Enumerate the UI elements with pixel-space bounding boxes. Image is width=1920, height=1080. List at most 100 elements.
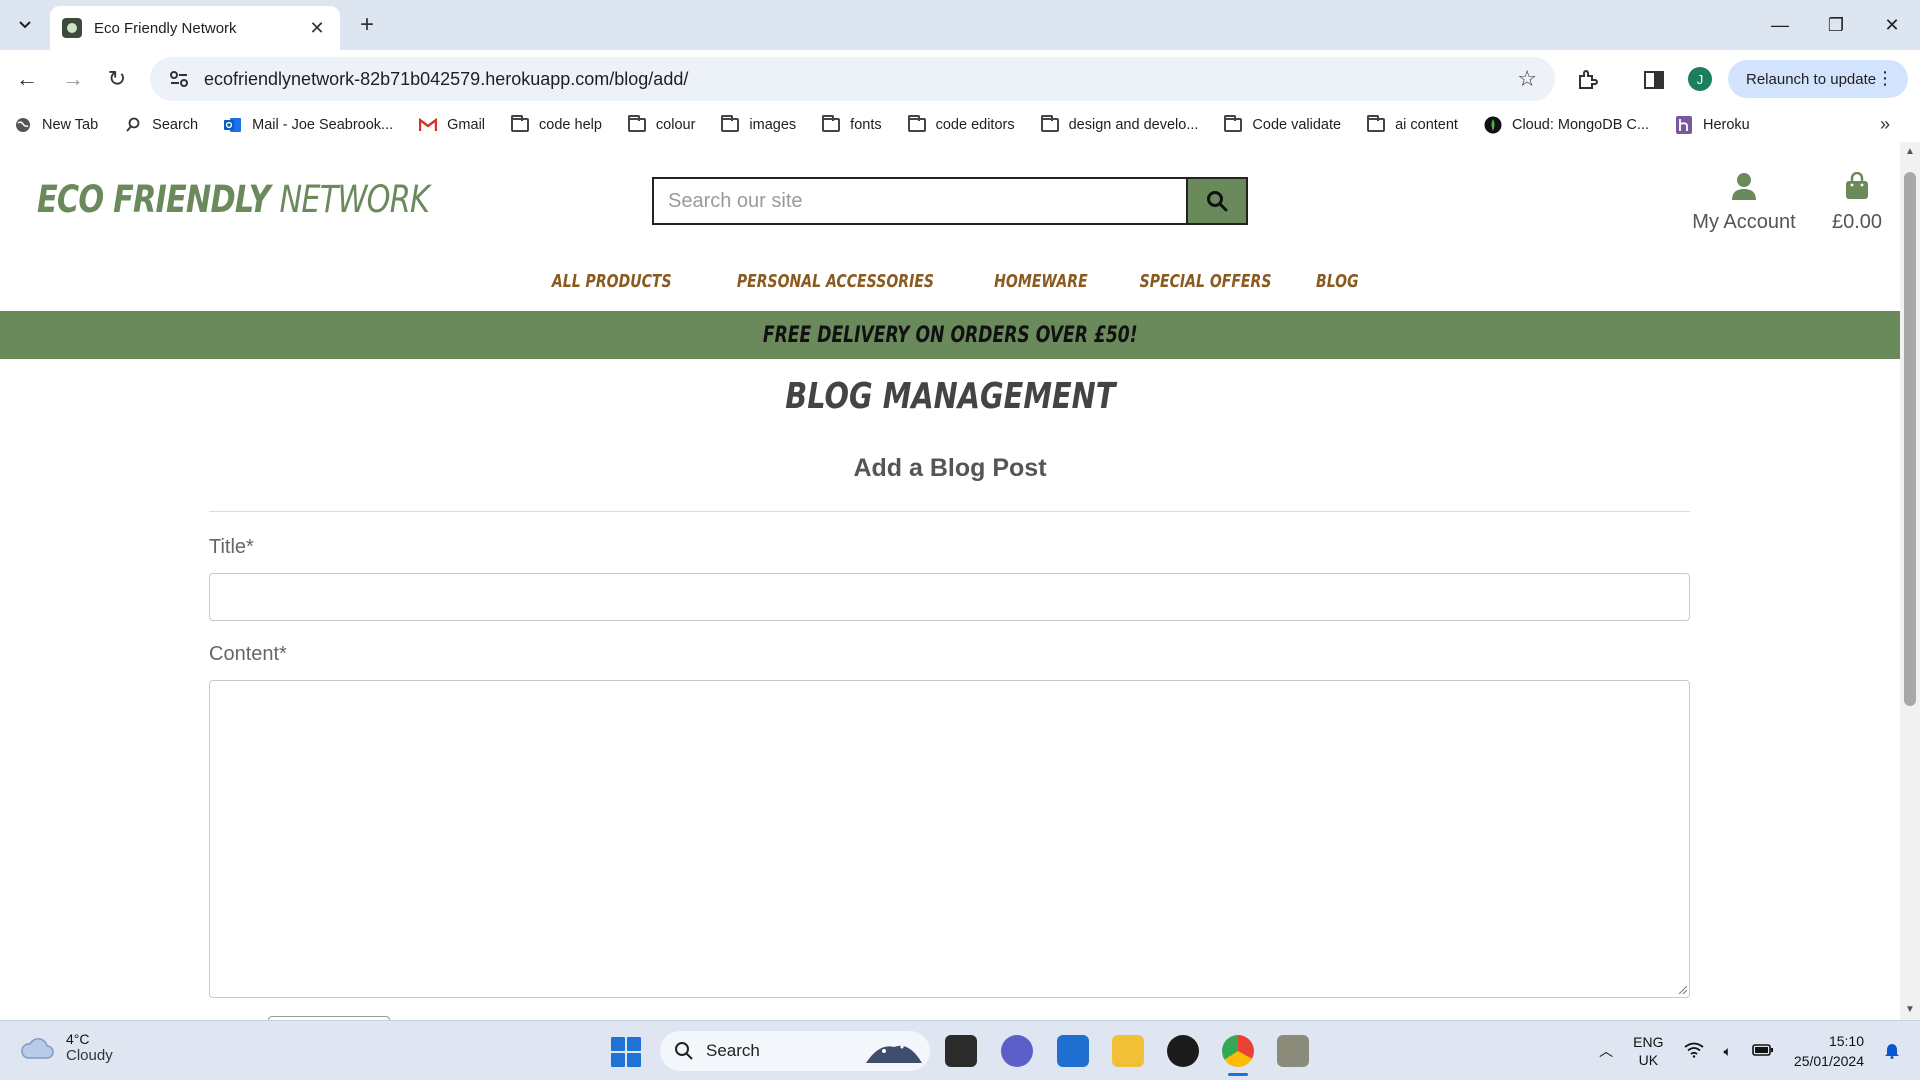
nav-special-offers[interactable]: SPECIAL OFFERS — [1140, 262, 1272, 302]
scroll-up-icon[interactable]: ▲ — [1904, 146, 1916, 158]
gimp-icon[interactable] — [1277, 1035, 1309, 1067]
bookmark-item[interactable]: Cloud: MongoDB C... — [1484, 116, 1649, 134]
logo-text-secondary: NETWORK — [279, 178, 430, 221]
shopping-bag-icon — [1846, 171, 1868, 199]
folder-icon — [907, 115, 926, 133]
close-window-icon[interactable]: ✕ — [1864, 0, 1920, 50]
bookmark-item[interactable]: Mail - Joe Seabrook... — [224, 117, 393, 133]
shopping-bag-link[interactable]: £0.00 — [1826, 171, 1888, 234]
dell-icon[interactable] — [1167, 1035, 1199, 1067]
bookmarks-bar: New Tab Search Mail - Joe Seabrook... Gm… — [0, 108, 1920, 142]
folder-icon — [1040, 115, 1059, 133]
active-app-indicator — [1228, 1073, 1248, 1076]
close-tab-icon[interactable]: ✕ — [306, 18, 328, 39]
folder-icon — [1224, 115, 1243, 133]
clock-date: 25/01/2024 — [1793, 1053, 1864, 1069]
page-scrollbar[interactable]: ▲ ▼ — [1900, 142, 1920, 1020]
weather-widget[interactable]: 4°C Cloudy — [20, 1031, 113, 1064]
folder-icon — [1367, 115, 1386, 133]
scrollbar-thumb[interactable] — [1904, 172, 1916, 706]
site-search-input[interactable] — [652, 177, 1186, 225]
profile-avatar[interactable]: J — [1688, 67, 1712, 91]
store-icon[interactable] — [1057, 1035, 1089, 1067]
address-bar[interactable]: ecofriendlynetwork-82b71b042579.herokuap… — [150, 57, 1555, 101]
page-viewport: ECO FRIENDLY NETWORK My Account £0.00 AL… — [0, 142, 1900, 1020]
bag-total: £0.00 — [1831, 211, 1883, 233]
taskbar-search-label: Search — [706, 1041, 760, 1060]
site-info-icon[interactable] — [168, 68, 190, 90]
chevron-down-icon — [19, 21, 31, 29]
taskbar-clock[interactable]: 15:10 25/01/2024 — [1794, 1031, 1864, 1071]
page-title-text: BLOG MANAGEMENT — [784, 376, 1116, 417]
gmail-icon — [419, 117, 438, 133]
bookmark-item[interactable]: colour — [627, 115, 695, 133]
bookmark-item[interactable]: Code validate — [1224, 115, 1341, 133]
nav-personal-accessories[interactable]: PERSONAL ACCESSORIES — [736, 262, 933, 302]
resize-grip-icon[interactable] — [1677, 984, 1687, 994]
bookmark-item[interactable]: New Tab — [14, 117, 98, 133]
bookmark-item[interactable]: code help — [511, 115, 602, 133]
site-search-form — [652, 177, 1248, 225]
chrome-icon[interactable] — [1222, 1035, 1254, 1067]
bookmark-item[interactable]: code editors — [907, 115, 1015, 133]
globe-icon — [14, 117, 32, 133]
nav-blog[interactable]: BLOG — [1316, 262, 1359, 302]
battery-icon[interactable] — [1752, 1043, 1774, 1060]
tab-eco-friendly-network[interactable]: Eco Friendly Network ✕ — [50, 6, 340, 50]
my-account-link[interactable]: My Account — [1688, 172, 1800, 234]
bookmark-item[interactable]: fonts — [822, 115, 882, 133]
delivery-banner-text: FREE DELIVERY ON ORDERS OVER £50! — [762, 322, 1138, 348]
back-icon[interactable]: ← — [10, 62, 44, 96]
mongodb-icon — [1484, 116, 1502, 134]
search-highlight-icon — [866, 1045, 922, 1063]
new-tab-button[interactable]: + — [352, 10, 382, 40]
taskbar-search[interactable]: Search — [660, 1031, 930, 1071]
extensions-icon[interactable] — [1573, 66, 1601, 94]
title-field[interactable] — [209, 573, 1690, 621]
bookmark-item[interactable]: images — [721, 115, 796, 133]
bookmark-item[interactable]: Search — [124, 117, 198, 133]
delivery-banner: FREE DELIVERY ON ORDERS OVER £50! — [0, 311, 1900, 359]
scroll-down-icon[interactable]: ▼ — [1904, 1004, 1916, 1016]
minimize-icon[interactable]: — — [1752, 0, 1808, 50]
chevron-up-icon[interactable]: ︿ — [1599, 1041, 1613, 1061]
content-field[interactable] — [209, 680, 1690, 998]
reload-icon[interactable]: ↻ — [100, 62, 134, 96]
side-panel-icon[interactable] — [1640, 66, 1668, 94]
title-field-label: Title* — [209, 536, 254, 558]
logo-text-primary: ECO FRIENDLY — [37, 178, 280, 221]
wifi-icon[interactable] — [1683, 1042, 1704, 1061]
system-tray: ︿ ENG UK 🔈︎ 15:10 25/01/2024 — [1599, 1031, 1900, 1071]
tab-search-button[interactable] — [8, 10, 42, 40]
language-region: UK — [1638, 1052, 1659, 1068]
restore-icon[interactable]: ❐ — [1808, 0, 1864, 50]
start-button[interactable] — [611, 1037, 641, 1067]
folder-icon — [822, 115, 841, 133]
heading-divider — [209, 511, 1690, 512]
bookmark-star-icon[interactable]: ☆ — [1517, 66, 1537, 92]
bookmark-item[interactable]: Heroku — [1675, 116, 1750, 134]
notification-bell-icon[interactable] — [1884, 1041, 1900, 1062]
weather-description: Cloudy — [66, 1047, 113, 1064]
folder-icon — [627, 115, 646, 133]
nav-all-products[interactable]: ALL PRODUCTS — [552, 262, 672, 302]
bookmark-item[interactable]: Gmail — [419, 117, 485, 133]
windows-logo-icon — [611, 1037, 625, 1051]
windows-logo-icon-part — [627, 1037, 641, 1051]
file-explorer-icon[interactable] — [1112, 1035, 1144, 1067]
cloud-icon — [21, 1037, 54, 1059]
more-menu-icon[interactable]: ⋮ — [1876, 68, 1894, 89]
site-logo[interactable]: ECO FRIENDLY NETWORK — [37, 178, 430, 221]
volume-icon[interactable]: 🔈︎ — [1724, 1043, 1732, 1060]
teams-icon[interactable] — [1001, 1035, 1033, 1067]
bookmark-item[interactable]: design and develo... — [1040, 115, 1198, 133]
language-indicator[interactable]: ENG UK — [1633, 1033, 1663, 1069]
bookmark-item[interactable]: ai content — [1367, 115, 1458, 133]
task-view-icon[interactable] — [945, 1035, 977, 1067]
relaunch-to-update-button[interactable]: Relaunch to update ⋮ — [1728, 60, 1908, 98]
forward-icon[interactable]: → — [56, 62, 90, 96]
windows-logo-icon-part — [627, 1053, 641, 1067]
more-bookmarks-icon[interactable]: » — [1880, 114, 1890, 135]
site-search-button[interactable] — [1186, 177, 1248, 225]
nav-homeware[interactable]: HOMEWARE — [995, 262, 1089, 302]
